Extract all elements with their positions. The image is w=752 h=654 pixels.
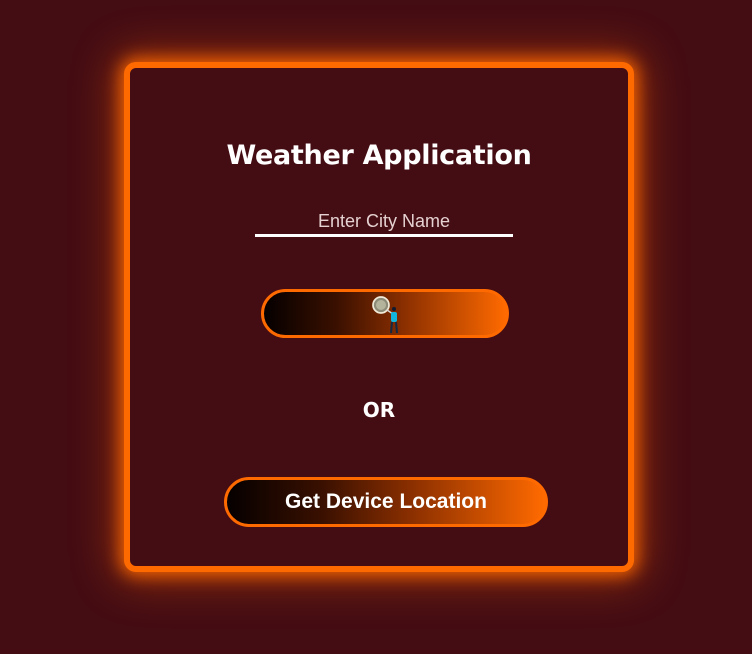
or-divider-text: OR	[362, 398, 396, 422]
search-person-icon	[372, 296, 398, 334]
city-name-input[interactable]	[255, 209, 513, 237]
search-button[interactable]	[261, 289, 509, 338]
weather-card: Weather Application OR Get Device Locati…	[124, 62, 634, 572]
page-title: Weather Application	[226, 140, 532, 172]
get-device-location-button[interactable]: Get Device Location	[224, 477, 548, 527]
